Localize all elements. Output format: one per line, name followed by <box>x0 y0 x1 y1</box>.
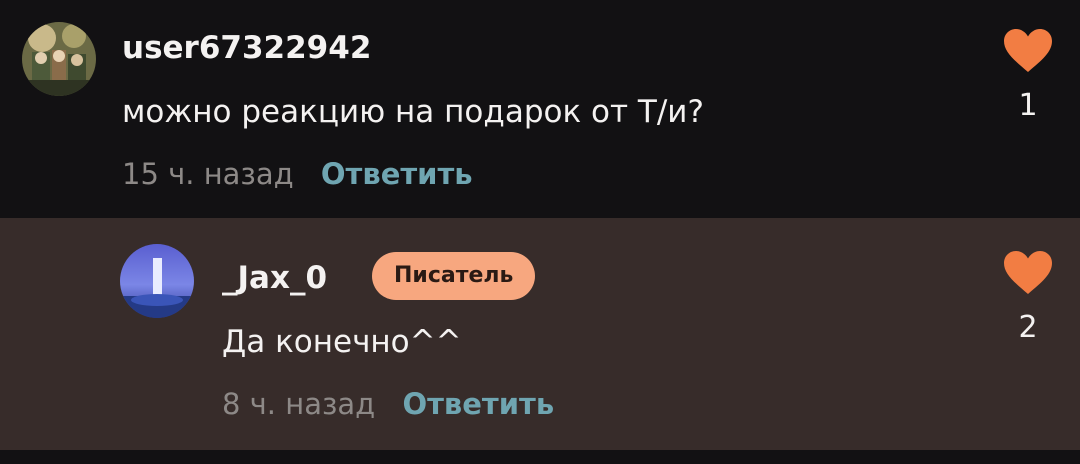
reply-username[interactable]: _Jax_0 <box>222 260 327 296</box>
reply-button[interactable]: Ответить <box>321 157 473 191</box>
like-count: 1 <box>1018 88 1038 123</box>
like-control: 2 <box>998 250 1058 346</box>
heart-icon[interactable] <box>1002 28 1054 74</box>
comment-text: можно реакцию на подарок от Т/и? <box>122 94 704 130</box>
reply-button[interactable]: Ответить <box>402 387 554 421</box>
comment-meta: 15 ч. назад Ответить <box>122 156 473 192</box>
heart-icon[interactable] <box>1002 250 1054 296</box>
avatar[interactable] <box>120 244 194 318</box>
like-count: 2 <box>1018 310 1038 345</box>
reply-timestamp: 8 ч. назад <box>222 387 376 421</box>
comment-thread: user67322942 можно реакцию на подарок от… <box>0 0 1080 464</box>
comment-username[interactable]: user67322942 <box>122 30 371 66</box>
reply-meta: 8 ч. назад Ответить <box>222 386 554 422</box>
comment-timestamp: 15 ч. назад <box>122 157 294 191</box>
writer-badge: Писатель <box>372 252 536 300</box>
reply-comment: _Jax_0 Писатель Да конечно^^ 8 ч. назад … <box>0 218 1080 450</box>
reply-text: Да конечно^^ <box>222 324 462 360</box>
like-control: 1 <box>998 28 1058 124</box>
comment: user67322942 можно реакцию на подарок от… <box>0 0 1080 218</box>
avatar[interactable] <box>22 22 96 96</box>
divider <box>0 450 1080 464</box>
